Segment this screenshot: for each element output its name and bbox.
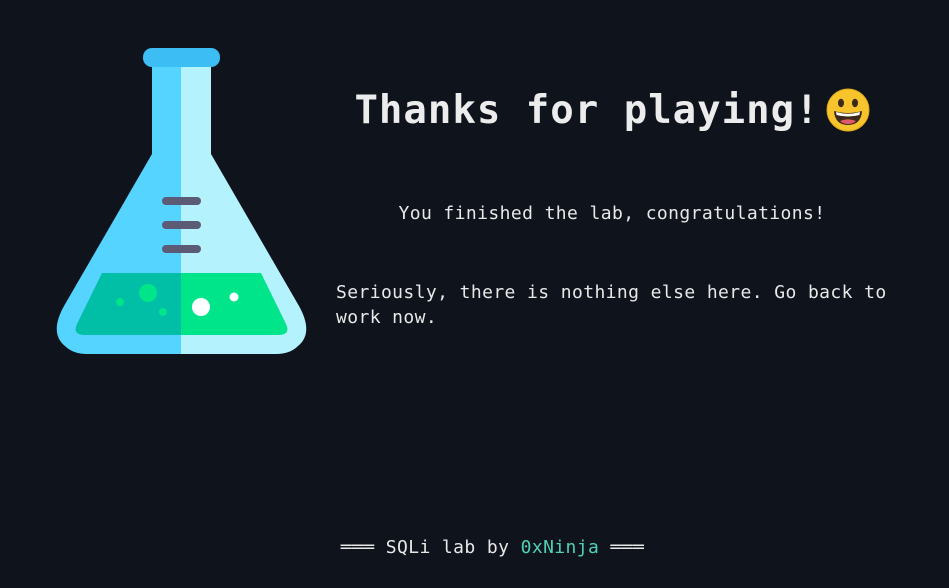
footer-left-deco: ═══ — [340, 537, 375, 558]
author-name: 0xNinja — [520, 537, 600, 558]
footer: ═══ SQLi lab by 0xNinja ═══ — [0, 536, 949, 560]
body-text: Seriously, there is nothing else here. G… — [336, 282, 887, 328]
footer-right-deco: ═══ — [610, 537, 645, 558]
flask-icon — [56, 48, 307, 354]
grinning-face-icon — [826, 88, 870, 131]
footer-prefix: SQLi lab by — [385, 537, 510, 558]
title-text: Thanks for playing! — [354, 88, 820, 133]
subtitle: You finished the lab, congratulations! — [398, 203, 826, 224]
page-title: Thanks for playing! — [336, 86, 888, 136]
message-panel: Thanks for playing! You finished the lab… — [336, 86, 888, 328]
